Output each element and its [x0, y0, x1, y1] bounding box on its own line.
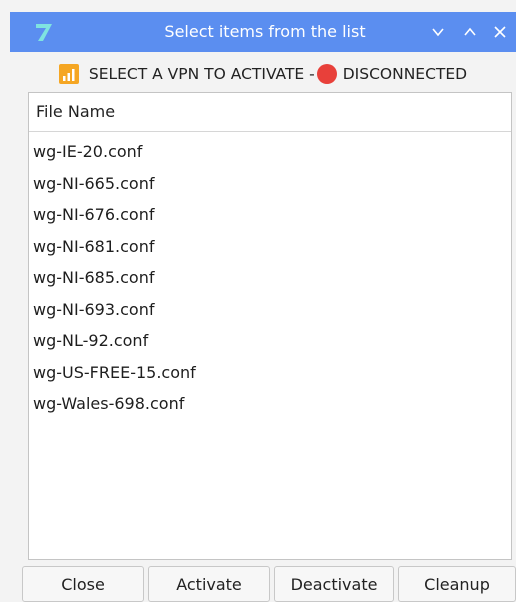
list-item[interactable]: wg-Wales-698.conf [29, 388, 511, 420]
cleanup-button[interactable]: Cleanup [398, 566, 516, 602]
minimize-button[interactable] [424, 18, 452, 46]
deactivate-button[interactable]: Deactivate [274, 566, 394, 602]
maximize-icon [464, 27, 476, 36]
title-bar: Select items from the list [10, 12, 516, 52]
list-item[interactable]: wg-NI-665.conf [29, 168, 511, 200]
list-item[interactable]: wg-NL-92.conf [29, 325, 511, 357]
maximize-button[interactable] [456, 18, 484, 46]
close-button[interactable]: Close [22, 566, 144, 602]
list-item[interactable]: wg-NI-685.conf [29, 262, 511, 294]
list-item[interactable]: wg-NI-681.conf [29, 231, 511, 263]
status-prefix: SELECT A VPN TO ACTIVATE - [88, 65, 315, 83]
file-list[interactable]: File Name wg-IE-20.conf wg-NI-665.conf w… [28, 92, 512, 560]
close-icon [494, 26, 506, 38]
status-dot-icon [316, 64, 337, 84]
list-item[interactable]: wg-IE-20.conf [29, 136, 511, 168]
list-item[interactable]: wg-US-FREE-15.conf [29, 357, 511, 389]
app-logo-icon [36, 24, 52, 41]
status-state: DISCONNECTED [342, 65, 468, 83]
vpn-status: SELECT A VPN TO ACTIVATE - DISCONNECTED [10, 56, 516, 92]
button-bar: Close Activate Deactivate Cleanup [22, 566, 516, 602]
signal-bars-icon [58, 64, 79, 84]
minimize-icon [432, 28, 444, 37]
list-item[interactable]: wg-NI-693.conf [29, 294, 511, 326]
activate-button[interactable]: Activate [148, 566, 270, 602]
file-list-items: wg-IE-20.conf wg-NI-665.conf wg-NI-676.c… [29, 132, 511, 420]
list-item[interactable]: wg-NI-676.conf [29, 199, 511, 231]
column-header-file-name[interactable]: File Name [29, 93, 511, 132]
window-title: Select items from the list [164, 22, 366, 41]
close-window-button[interactable] [486, 18, 514, 46]
